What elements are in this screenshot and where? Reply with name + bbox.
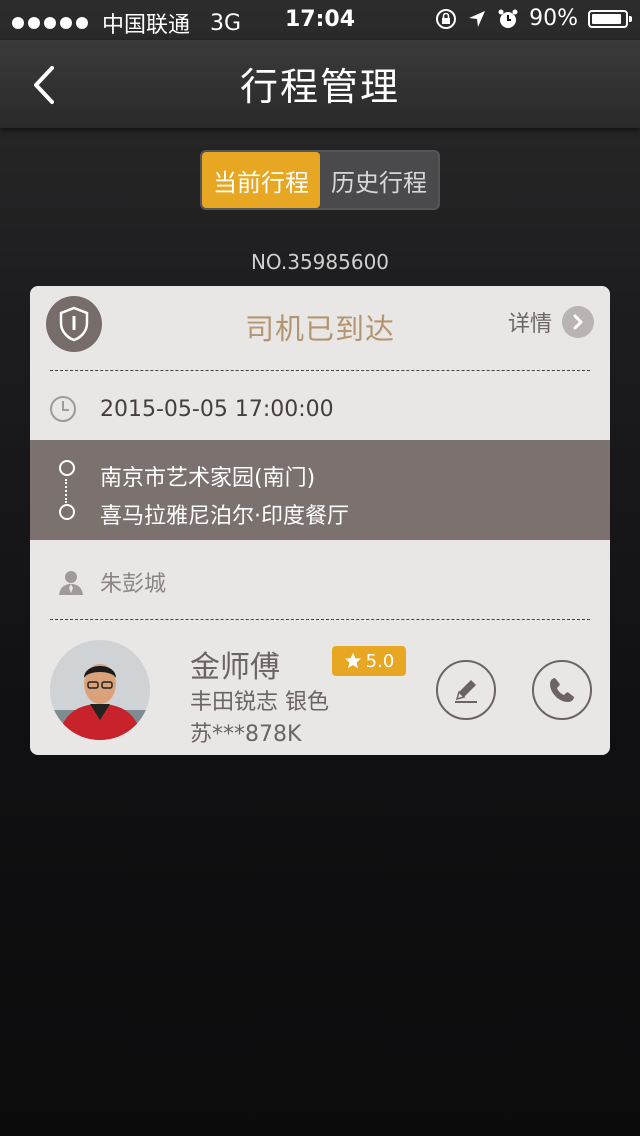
phone-icon <box>550 678 574 702</box>
navigation-bar: 行程管理 <box>0 40 640 128</box>
location-arrow-icon <box>469 10 486 27</box>
route-connector <box>65 479 67 503</box>
page-title: 行程管理 <box>239 65 400 109</box>
call-button[interactable] <box>532 660 592 720</box>
trip-tabs: 当前行程 历史行程 <box>200 150 440 210</box>
route-section: 南京市艺术家园(南门) 喜马拉雅尼泊尔·印度餐厅 <box>30 440 610 540</box>
tab-history-trips[interactable]: 历史行程 <box>320 152 438 208</box>
passenger-row: 朱彭城 <box>58 566 166 598</box>
trip-card: 司机已到达 详情 2015-05-05 17:00:00 南京市艺术家园(南门)… <box>30 286 610 755</box>
status-bar: 中国联通 3G 17:04 90% <box>0 0 640 40</box>
alarm-clock-icon <box>498 9 518 28</box>
car-info: 丰田锐志 银色 <box>190 690 329 715</box>
trip-datetime: 2015-05-05 17:00:00 <box>100 396 334 422</box>
origin-dot-icon <box>59 460 75 476</box>
battery-icon <box>588 9 632 28</box>
destination-dot-icon <box>59 504 75 520</box>
edit-button[interactable] <box>436 660 496 720</box>
order-number: NO.35985600 <box>250 250 390 274</box>
star-icon <box>344 652 361 669</box>
driver-name: 金师傅 <box>190 650 280 685</box>
rating-value: 5.0 <box>365 650 395 672</box>
rotation-lock-icon <box>436 8 457 29</box>
person-icon <box>59 571 83 595</box>
chevron-right-icon <box>562 306 594 338</box>
tab-current-trips[interactable]: 当前行程 <box>202 152 320 208</box>
driver-avatar <box>50 640 150 740</box>
passenger-name: 朱彭城 <box>100 572 167 597</box>
details-button[interactable]: 详情 <box>508 306 594 338</box>
divider <box>50 619 590 620</box>
clock-icon <box>50 396 76 422</box>
divider <box>50 370 590 371</box>
details-label: 详情 <box>507 312 552 337</box>
battery-percent: 90% <box>529 6 578 31</box>
license-plate: 苏***878K <box>190 722 302 747</box>
pencil-icon <box>455 680 477 703</box>
trip-time-row: 2015-05-05 17:00:00 <box>50 396 334 422</box>
origin-address: 南京市艺术家园(南门) <box>100 466 316 491</box>
driver-rating-badge: 5.0 <box>332 646 406 676</box>
destination-address: 喜马拉雅尼泊尔·印度餐厅 <box>100 504 349 529</box>
